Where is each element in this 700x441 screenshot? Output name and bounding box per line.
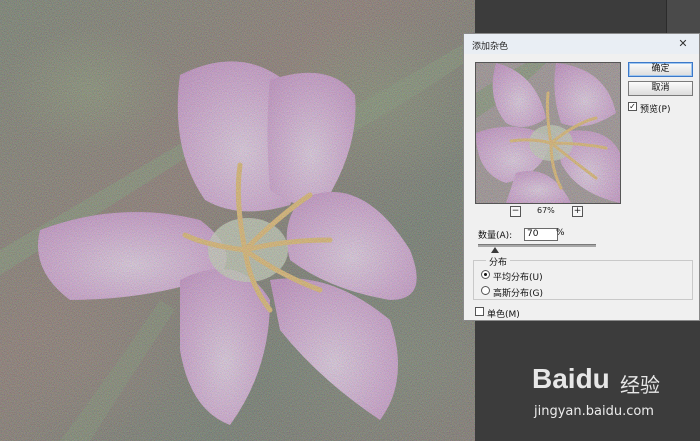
ok-button[interactable]: 确定 bbox=[628, 62, 693, 77]
panel-topbox bbox=[666, 0, 700, 36]
uniform-radio[interactable] bbox=[481, 270, 490, 279]
close-icon[interactable]: ✕ bbox=[675, 37, 691, 51]
zoom-in-button[interactable]: + bbox=[572, 206, 583, 217]
watermark-url: jingyan.baidu.com bbox=[534, 404, 654, 419]
uniform-label: 平均分布(U) bbox=[493, 273, 543, 283]
zoom-controls: − 67% + bbox=[510, 206, 590, 218]
zoom-out-button[interactable]: − bbox=[510, 206, 521, 217]
dialog-titlebar[interactable]: 添加杂色 ✕ bbox=[464, 34, 699, 54]
watermark-product: 经验 bbox=[620, 373, 660, 397]
monochrome-label: 单色(M) bbox=[487, 310, 520, 320]
distribution-legend: 分布 bbox=[486, 255, 511, 268]
preview-checkbox[interactable]: ✓ bbox=[628, 102, 637, 111]
preview-area[interactable] bbox=[475, 62, 621, 204]
distribution-group: 分布 平均分布(U) 高斯分布(G) bbox=[473, 255, 693, 300]
amount-unit: % bbox=[556, 228, 565, 238]
dialog-title: 添加杂色 bbox=[472, 42, 509, 52]
cancel-button[interactable]: 取消 bbox=[628, 81, 693, 96]
watermark-brand: Baidu bbox=[532, 363, 610, 394]
flower-preview-image bbox=[476, 63, 620, 203]
monochrome-checkbox[interactable] bbox=[475, 307, 484, 316]
canvas-image[interactable] bbox=[0, 0, 475, 441]
preview-label: 预览(P) bbox=[640, 105, 671, 115]
amount-label: 数量(A): bbox=[478, 231, 513, 241]
add-noise-dialog: 添加杂色 ✕ − 67% + 确定 取消 ✓ 预览(P) 数量(A): 70 %… bbox=[463, 33, 700, 321]
gaussian-label: 高斯分布(G) bbox=[493, 289, 543, 299]
flower-image bbox=[0, 0, 475, 441]
zoom-level: 67% bbox=[537, 206, 555, 215]
gaussian-radio[interactable] bbox=[481, 286, 490, 295]
amount-input[interactable]: 70 bbox=[524, 228, 558, 241]
amount-slider-handle[interactable] bbox=[490, 247, 499, 253]
baidu-jingyan-watermark: Baidu 经验 jingyan.baidu.com bbox=[532, 360, 700, 430]
